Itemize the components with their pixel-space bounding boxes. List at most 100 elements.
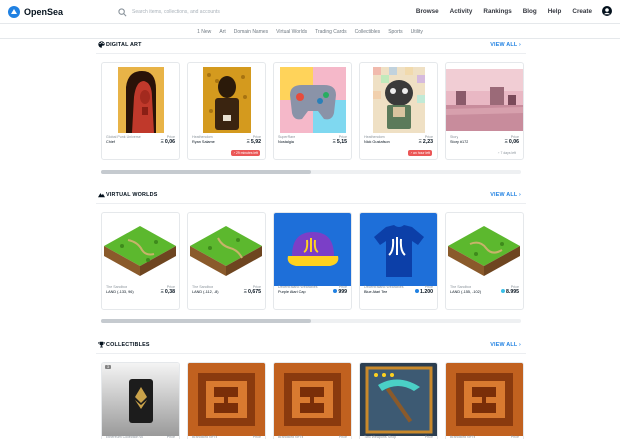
black-box-artwork: [128, 378, 153, 423]
palette-icon: [98, 41, 105, 48]
card-row: 3 Ethereum Collection v0 Price BrandBird…: [101, 362, 524, 439]
view-all-link[interactable]: VIEW ALL ›: [490, 42, 521, 48]
nft-image: [102, 213, 179, 286]
nft-image: [446, 363, 523, 436]
category-collectibles[interactable]: Collectibles: [351, 29, 385, 35]
price-value: 1.200: [415, 289, 433, 295]
item-name: Nostalgia: [278, 140, 294, 144]
section-title: DIGITAL ART: [106, 41, 142, 48]
nft-image: [274, 213, 351, 286]
scroll-thumb[interactable]: [101, 319, 311, 323]
category-trading-cards[interactable]: Trading Cards: [311, 29, 351, 35]
price-value: 999: [333, 289, 347, 295]
timer-text: 29 minutes left: [235, 151, 258, 155]
nft-card[interactable]: Heathendom Ryan Salame Price Ξ5,92 ◔ 29 …: [187, 62, 266, 160]
nav-activity[interactable]: Activity: [450, 8, 473, 15]
price-amount: 5,15: [336, 139, 347, 145]
category-utility[interactable]: Utility: [407, 29, 427, 35]
main-nav: Browse Activity Rankings Blog Help Creat…: [405, 6, 612, 16]
price-label: Price: [166, 435, 175, 439]
nft-image: [188, 363, 265, 436]
nft-card[interactable]: Two Weapons Shop Price: [359, 362, 438, 439]
item-name: LAND (-133, 96): [106, 290, 134, 294]
section-divider: [96, 353, 526, 354]
nav-blog[interactable]: Blog: [523, 8, 537, 15]
item-name: Blue Atari Tee: [364, 290, 388, 294]
nft-card[interactable]: The Sandbox LAND (-133, 96) Price Ξ0,38: [101, 212, 180, 310]
category-virtual-worlds[interactable]: Virtual Worlds: [272, 29, 311, 35]
search-input[interactable]: [132, 9, 332, 15]
collection-name: Story: [450, 135, 459, 139]
category-domain-names[interactable]: Domain Names: [230, 29, 272, 35]
nft-card[interactable]: Decentraland Wearables Purple Atari Cap …: [273, 212, 352, 310]
price-amount: 0,06: [164, 139, 175, 145]
search-bar[interactable]: [118, 5, 370, 19]
price-label: Price: [510, 435, 519, 439]
collection-name: Decentraland Wearables: [278, 285, 318, 289]
price-value: Ξ2,23: [419, 139, 433, 145]
eth-icon: Ξ: [243, 289, 248, 295]
nft-card[interactable]: The Sandbox LAND (-112, -8) Price Ξ0,675: [187, 212, 266, 310]
eth-icon: Ξ: [504, 139, 508, 145]
nft-card[interactable]: Story Story #172 Price Ξ0,06 ◔ 7 days le…: [445, 62, 524, 160]
category-sports[interactable]: Sports: [384, 29, 406, 35]
opensea-logo-icon: [8, 6, 20, 18]
collection-name: The Sandbox: [106, 285, 128, 289]
price-value: Ξ0,675: [244, 289, 261, 295]
price-value: 8.995: [501, 289, 519, 295]
eth-icon: Ξ: [160, 139, 164, 145]
item-name: Purple Atari Cap: [278, 290, 306, 294]
nft-card[interactable]: Decentraland Wearables Blue Atari Tee Pr…: [359, 212, 438, 310]
section-collectibles: COLLECTIBLES VIEW ALL › 3 Ethereum Colle…: [96, 340, 526, 439]
top-navigation-bar: OpenSea Browse Activity Rankings Blog He…: [0, 0, 620, 24]
price-value: Ξ5,92: [247, 139, 261, 145]
bronze-block-artwork: [188, 363, 265, 436]
item-name: Chief: [106, 140, 115, 144]
view-all-link[interactable]: VIEW ALL ›: [490, 192, 521, 198]
nft-card[interactable]: BrandBird NFTs Price: [187, 362, 266, 439]
account-icon[interactable]: [602, 6, 612, 16]
section-header: VIRTUAL WORLDS VIEW ALL ›: [96, 190, 526, 200]
section-header: DIGITAL ART VIEW ALL ›: [96, 40, 526, 50]
price-amount: 2,23: [422, 139, 433, 145]
price-amount: 8.995: [506, 289, 519, 295]
nft-card[interactable]: 3 Ethereum Collection v0 Price: [101, 362, 180, 439]
scroll-thumb[interactable]: [101, 170, 311, 174]
nft-card[interactable]: BrandBird NFTs Price: [273, 362, 352, 439]
section-title: VIRTUAL WORLDS: [106, 191, 158, 198]
price-label: Price: [424, 435, 433, 439]
atari-cap-artwork: [287, 231, 338, 266]
card-row: The Sandbox LAND (-133, 96) Price Ξ0,38 …: [101, 212, 524, 310]
nav-rankings[interactable]: Rankings: [483, 8, 511, 15]
portrait-artwork: [117, 66, 164, 133]
land-tile-artwork: [190, 225, 262, 276]
category-art[interactable]: Art: [215, 29, 229, 35]
item-count-badge: 3: [105, 365, 111, 369]
collection-name: The Sandbox: [192, 285, 214, 289]
price-value: Ξ5,15: [333, 139, 347, 145]
eth-icon: Ξ: [418, 139, 422, 145]
nav-browse[interactable]: Browse: [416, 8, 439, 15]
nft-card[interactable]: Global Punk Universe Chief Price Ξ0,06: [101, 62, 180, 160]
horizontal-scrollbar[interactable]: [101, 170, 521, 174]
view-all-label: VIEW ALL: [490, 41, 518, 48]
nft-image: [274, 363, 351, 436]
opensea-logo[interactable]: OpenSea: [8, 6, 63, 18]
figure-artwork: [202, 66, 251, 133]
nft-card[interactable]: BrandBird NFTs Price: [445, 362, 524, 439]
landscape-artwork: [446, 68, 523, 131]
nav-help[interactable]: Help: [548, 8, 562, 15]
horizontal-scrollbar[interactable]: [101, 319, 521, 323]
view-all-label: VIEW ALL: [490, 341, 518, 348]
nft-card[interactable]: Heathendom Nick Gustafson Price Ξ2,23 ◔ …: [359, 62, 438, 160]
section-virtual-worlds: VIRTUAL WORLDS VIEW ALL › The Sandbox LA…: [96, 190, 526, 323]
nft-card[interactable]: SuperRare Nostalgia Price Ξ5,15: [273, 62, 352, 160]
category-bar: 1 New Art Domain Names Virtual Worlds Tr…: [0, 25, 620, 39]
view-all-link[interactable]: VIEW ALL ›: [490, 342, 521, 348]
nft-image: [188, 213, 265, 286]
category-new[interactable]: 1 New: [193, 29, 215, 35]
nft-card[interactable]: The Sandbox LAND (-155, -102) Price 8.99…: [445, 212, 524, 310]
eth-icon: Ξ: [332, 139, 336, 145]
timer-text: 7 days left: [500, 151, 516, 155]
nav-create[interactable]: Create: [572, 8, 592, 15]
